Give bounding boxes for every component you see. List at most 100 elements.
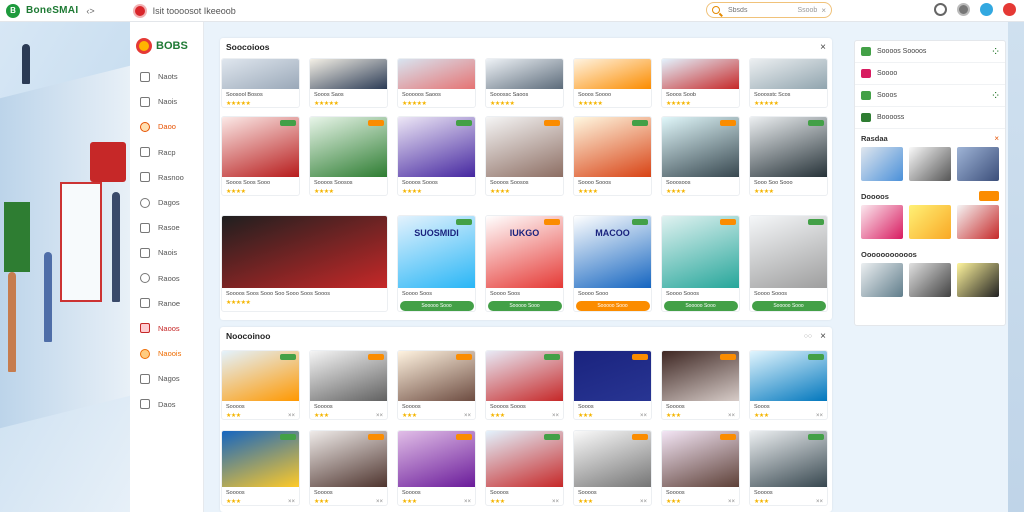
card-image[interactable] <box>398 351 475 401</box>
sidebar-item[interactable]: Naoos <box>130 316 203 341</box>
product-card[interactable]: Sooos Soos Sooo ★★★★ <box>221 116 300 196</box>
remove-icon[interactable]: ×× <box>640 499 647 505</box>
card-image[interactable] <box>574 59 651 89</box>
thumbnail-image[interactable] <box>861 147 903 181</box>
card-image[interactable] <box>486 351 563 401</box>
sidebar-logo[interactable]: BOBS <box>136 38 203 54</box>
close-icon[interactable]: × <box>820 331 826 342</box>
remove-icon[interactable]: ×× <box>816 413 823 419</box>
sidebar-item[interactable]: Rasnoo <box>130 165 203 190</box>
sidebar-item[interactable]: Rasoe <box>130 215 203 240</box>
featured-card[interactable]: Soooos Soos Sooo Soo Sooo Soos Sooos ★★★★… <box>221 215 388 312</box>
card-image[interactable] <box>222 431 299 487</box>
cart-icon[interactable] <box>1003 3 1016 16</box>
expand-icon[interactable]: ⁘ <box>992 47 999 56</box>
close-icon[interactable]: × <box>821 6 826 15</box>
sidebar-item[interactable]: Nagos <box>130 366 203 391</box>
card-image[interactable] <box>222 216 387 288</box>
sidebar-item[interactable]: Ranoe <box>130 291 203 316</box>
right-panel-item[interactable]: Sooos ⁘ <box>855 85 1005 107</box>
card-image[interactable] <box>750 351 827 401</box>
sidebar-item[interactable]: Naois <box>130 89 203 114</box>
card-action-button[interactable]: Sooooo Sooo <box>487 301 562 311</box>
thumbnail-image[interactable] <box>909 263 951 297</box>
card-image[interactable] <box>662 431 739 487</box>
card-image[interactable] <box>486 431 563 487</box>
card-image[interactable] <box>398 431 475 487</box>
product-card[interactable]: Sooo Soo Sooo ★★★★ <box>749 116 828 196</box>
product-card[interactable]: Soooos ★★★ ×× <box>485 430 564 506</box>
card-action-button[interactable]: Sooooo Sooo <box>751 301 826 311</box>
search-box[interactable]: Ssoob × <box>706 2 832 18</box>
thumbnail-image[interactable] <box>957 205 999 239</box>
product-card[interactable]: Soooos ★★★ ×× <box>749 430 828 506</box>
remove-icon[interactable]: ×× <box>816 499 823 505</box>
remove-icon[interactable]: ×× <box>640 413 647 419</box>
product-card[interactable]: Soosool Bosos ★★★★★ <box>221 58 300 108</box>
sidebar-item[interactable]: Raoos <box>130 266 203 291</box>
product-card[interactable]: Soooos ★★★ ×× <box>397 350 476 420</box>
card-action-button[interactable]: Sooooo Sooo <box>663 301 738 311</box>
product-card[interactable]: Soooos ★★★ ×× <box>661 350 740 420</box>
card-image[interactable] <box>662 117 739 177</box>
remove-icon[interactable]: ×× <box>464 413 471 419</box>
search-button[interactable]: Ssoob <box>797 7 817 14</box>
product-card[interactable]: Soooos ★★★ ×× <box>221 430 300 506</box>
thumbnail-image[interactable] <box>861 263 903 297</box>
sidebar-item[interactable]: Naots <box>130 64 203 89</box>
thumbnail-image[interactable] <box>909 205 951 239</box>
card-image[interactable] <box>398 59 475 89</box>
product-card[interactable]: SUOSMIDI Soooo Soos Sooooo Sooo <box>397 215 476 312</box>
remove-icon[interactable]: ×× <box>464 499 471 505</box>
remove-icon[interactable]: ×× <box>728 413 735 419</box>
card-image[interactable]: IUKGO <box>486 216 563 288</box>
right-panel-item[interactable]: Soooos Soooos ⁘ <box>855 41 1005 63</box>
product-card[interactable]: IUKGO Soooo Soos Sooooo Sooo <box>485 215 564 312</box>
card-image[interactable] <box>662 351 739 401</box>
product-card[interactable]: Soooos ★★★ ×× <box>397 430 476 506</box>
product-card[interactable]: Sooos Saos ★★★★★ <box>309 58 388 108</box>
settings-icon[interactable] <box>957 3 970 16</box>
thumbnail-image[interactable] <box>957 263 999 297</box>
remove-icon[interactable]: ×× <box>288 413 295 419</box>
sidebar-item[interactable]: Daoo <box>130 114 203 139</box>
product-card[interactable]: Sooosstc Scos ★★★★★ <box>749 58 828 108</box>
remove-icon[interactable]: ×× <box>552 413 559 419</box>
card-image[interactable] <box>398 117 475 177</box>
close-icon[interactable]: × <box>820 42 826 53</box>
card-image[interactable] <box>222 117 299 177</box>
search-input[interactable] <box>728 6 792 14</box>
card-image[interactable] <box>662 216 739 288</box>
product-card[interactable]: Soooo Sooos Sooooo Sooo <box>661 215 740 312</box>
card-image[interactable]: SUOSMIDI <box>398 216 475 288</box>
card-image[interactable] <box>750 59 827 89</box>
remove-icon[interactable]: ×× <box>728 499 735 505</box>
code-icon[interactable]: ‹> <box>86 6 94 16</box>
product-card[interactable]: Soooos ★★★ ×× <box>309 430 388 506</box>
product-card[interactable]: Soooos ★★★ ×× <box>573 430 652 506</box>
card-image[interactable] <box>310 117 387 177</box>
card-action-button[interactable]: Sooooo Sooo <box>399 301 474 311</box>
product-card[interactable]: Soooos Soosos ★★★★ <box>485 116 564 196</box>
card-image[interactable] <box>574 117 651 177</box>
product-card[interactable]: Soooo Sooos Sooooo Sooo <box>749 215 828 312</box>
product-card[interactable]: Soooo Sooos ★★★★ <box>573 116 652 196</box>
product-card[interactable]: Sooos Soob ★★★★★ <box>661 58 740 108</box>
card-image[interactable] <box>310 431 387 487</box>
card-image[interactable] <box>574 351 651 401</box>
close-icon[interactable]: × <box>994 134 999 143</box>
right-panel-item[interactable]: Soooo <box>855 63 1005 85</box>
product-card[interactable]: MACOO Soooo Sooo Sooooo Sooo <box>573 215 652 312</box>
card-image[interactable] <box>222 59 299 89</box>
product-card[interactable]: Sooosoos ★★★★ <box>661 116 740 196</box>
product-card[interactable]: Soooos ★★★ ×× <box>221 350 300 420</box>
product-card[interactable]: Sooooos Saoos ★★★★★ <box>397 58 476 108</box>
brand[interactable]: B BoneSMAI ‹> <box>6 3 95 18</box>
remove-icon[interactable]: ×× <box>288 499 295 505</box>
right-panel-item[interactable]: Booooss <box>855 107 1005 129</box>
card-action-button[interactable]: Sooooo Sooo <box>575 301 650 311</box>
card-image[interactable]: MACOO <box>574 216 651 288</box>
thumbnail-image[interactable] <box>909 147 951 181</box>
product-card[interactable]: Sooossc Saoos ★★★★★ <box>485 58 564 108</box>
card-image[interactable] <box>310 351 387 401</box>
